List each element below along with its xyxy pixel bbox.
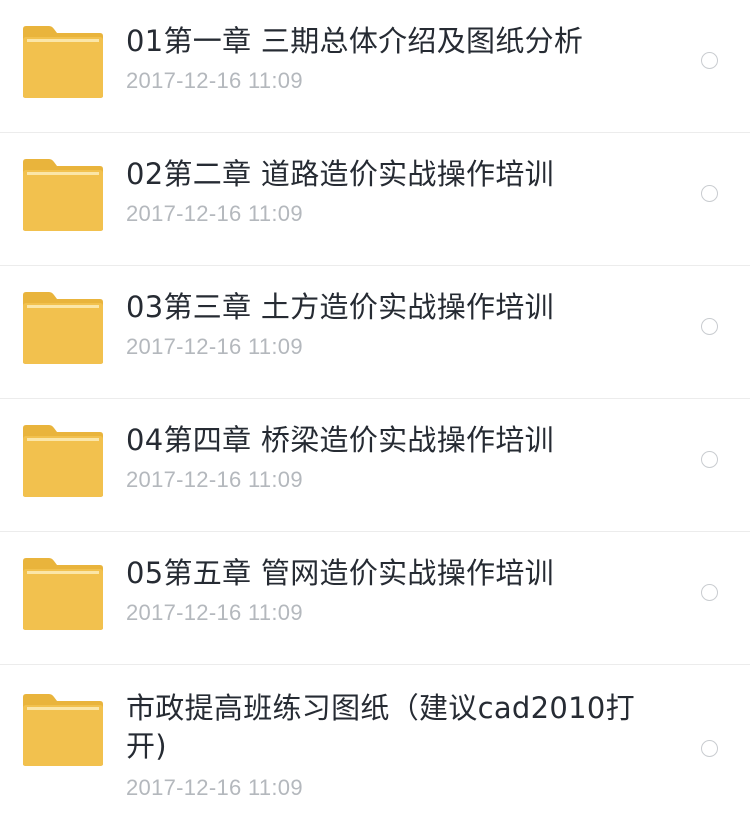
file-row[interactable]: 市政提高班练习图纸（建议cad2010打开) 2017-12-16 11:09 [0,665,750,816]
file-text: 03第三章 土方造价实战操作培训 2017-12-16 11:09 [126,288,666,362]
file-date: 2017-12-16 11:09 [126,775,303,800]
file-date: 2017-12-16 11:09 [126,201,303,226]
file-row[interactable]: 02第二章 道路造价实战操作培训 2017-12-16 11:09 [0,133,750,266]
file-row[interactable]: 04第四章 桥梁造价实战操作培训 2017-12-16 11:09 [0,399,750,532]
file-text: 01第一章 三期总体介绍及图纸分析 2017-12-16 11:09 [126,22,666,96]
file-name: 01第一章 三期总体介绍及图纸分析 [126,24,584,58]
file-text: 04第四章 桥梁造价实战操作培训 2017-12-16 11:09 [126,421,666,495]
file-row[interactable]: 05第五章 管网造价实战操作培训 2017-12-16 11:09 [0,532,750,665]
file-name: 03第三章 土方造价实战操作培训 [126,290,554,324]
file-row[interactable]: 03第三章 土方造价实战操作培训 2017-12-16 11:09 [0,266,750,399]
folder-icon [21,557,105,631]
file-list: 01第一章 三期总体介绍及图纸分析 2017-12-16 11:09 02第二章… [0,0,750,816]
file-date: 2017-12-16 11:09 [126,600,303,625]
file-text: 05第五章 管网造价实战操作培训 2017-12-16 11:09 [126,554,666,628]
folder-icon [21,424,105,498]
folder-icon [21,693,105,767]
folder-icon [21,25,105,99]
file-text: 市政提高班练习图纸（建议cad2010打开) 2017-12-16 11:09 [126,689,666,803]
select-radio[interactable] [701,740,718,757]
file-name: 04第四章 桥梁造价实战操作培训 [126,423,554,457]
select-radio[interactable] [701,318,718,335]
file-date: 2017-12-16 11:09 [126,334,303,359]
select-radio[interactable] [701,185,718,202]
file-name: 02第二章 道路造价实战操作培训 [126,157,554,191]
file-name: 05第五章 管网造价实战操作培训 [126,556,554,590]
folder-icon [21,291,105,365]
file-date: 2017-12-16 11:09 [126,68,303,93]
folder-icon [21,158,105,232]
select-radio[interactable] [701,451,718,468]
file-date: 2017-12-16 11:09 [126,467,303,492]
file-row[interactable]: 01第一章 三期总体介绍及图纸分析 2017-12-16 11:09 [0,0,750,133]
file-name: 市政提高班练习图纸（建议cad2010打开) [126,691,635,763]
select-radio[interactable] [701,584,718,601]
file-text: 02第二章 道路造价实战操作培训 2017-12-16 11:09 [126,155,666,229]
select-radio[interactable] [701,52,718,69]
